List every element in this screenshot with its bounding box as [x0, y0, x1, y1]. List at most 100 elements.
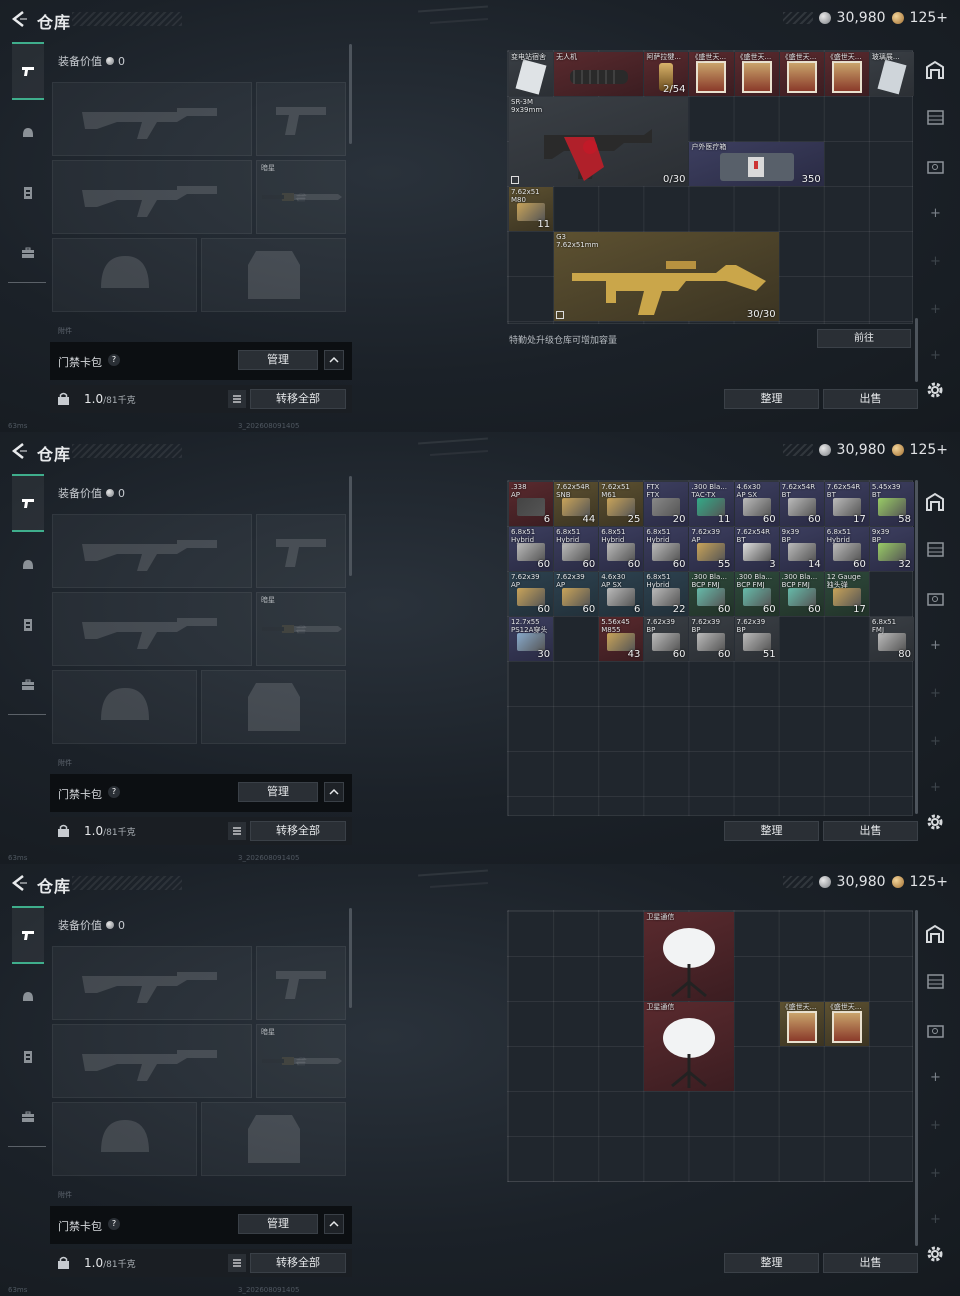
tab-case[interactable] — [12, 1088, 44, 1146]
inventory-item[interactable]: 6.8x51 Hybrid 60 — [644, 527, 689, 571]
arrange-button[interactable]: 整理 — [724, 389, 819, 409]
back-arrow-icon[interactable] — [10, 442, 28, 460]
tab-armor[interactable] — [12, 104, 44, 162]
inventory-item[interactable]: 6.8x51 Hybrid 60 — [554, 527, 599, 571]
armor-slot[interactable] — [201, 670, 346, 744]
warehouse-grid[interactable]: 变电站宿舍 无人机 阿萨拉犍... 2/54 《盛世天... 《盛世天... 《盛世天...… — [507, 50, 914, 324]
equipment-scrollbar[interactable] — [349, 476, 352, 576]
helmet-slot[interactable] — [52, 670, 197, 744]
pistol-slot[interactable] — [256, 946, 346, 1020]
melee-slot[interactable]: 暗星 — [256, 592, 346, 666]
inventory-item[interactable]: 7.62x54R BT 60 — [779, 482, 824, 526]
grid-scrollbar[interactable] — [915, 910, 918, 1246]
inventory-item[interactable]: 7.62x39 BP 51 — [734, 617, 779, 661]
inventory-item[interactable]: 7.62x39 BP 60 — [644, 617, 689, 661]
inventory-item[interactable]: G3 7.62x51mm 30/30 — [554, 232, 779, 321]
equipment-scrollbar[interactable] — [349, 44, 352, 144]
melee-slot[interactable]: 暗星 — [256, 160, 346, 234]
inventory-item[interactable]: 《盛世天... — [779, 1002, 824, 1046]
expand-button[interactable] — [324, 782, 344, 802]
inventory-item[interactable]: 6.8x51 FMJ 80 — [869, 617, 914, 661]
manage-button[interactable]: 管理 — [238, 1214, 318, 1234]
equipment-scrollbar[interactable] — [349, 908, 352, 1008]
warehouse-grid[interactable]: .338 AP 6 7.62x54R SNB 44 7.62x51 M61 25 FTX F… — [507, 480, 914, 816]
list-view-button[interactable] — [228, 390, 246, 408]
inventory-item[interactable]: 《盛世天... — [824, 1002, 869, 1046]
rail-display[interactable] — [923, 586, 947, 610]
inventory-item[interactable]: 7.62x51 M80 11 — [509, 187, 554, 231]
inventory-item[interactable]: 7.62x54R BT 17 — [824, 482, 869, 526]
add-storage-icon[interactable]: + — [930, 638, 941, 653]
help-icon[interactable]: ? — [108, 786, 120, 798]
inventory-item[interactable]: 阿萨拉犍... 2/54 — [644, 52, 689, 96]
inventory-item[interactable]: 7.62x51 M61 25 — [599, 482, 644, 526]
back-arrow-icon[interactable] — [10, 10, 28, 28]
inventory-item[interactable]: 5.56x45 M855 43 — [599, 617, 644, 661]
inventory-item[interactable]: 《盛世天... — [779, 52, 824, 96]
gold-amount[interactable]: 125+ — [910, 442, 948, 458]
inventory-item[interactable]: 玻璃展... — [869, 52, 914, 96]
rail-shelf[interactable] — [923, 969, 947, 993]
add-storage-icon[interactable]: + — [930, 1212, 941, 1227]
arrange-button[interactable]: 整理 — [724, 1253, 819, 1273]
add-storage-icon[interactable]: + — [930, 254, 941, 269]
rail-warehouse[interactable] — [923, 490, 947, 514]
tab-vest[interactable] — [12, 1028, 44, 1086]
rail-shelf[interactable] — [923, 537, 947, 561]
tab-armor[interactable] — [12, 968, 44, 1026]
inventory-item[interactable]: 5.45x39 BT 58 — [869, 482, 914, 526]
goto-button[interactable]: 前往 — [817, 329, 911, 348]
inventory-item[interactable]: FTX FTX 20 — [644, 482, 689, 526]
add-storage-icon[interactable]: + — [930, 348, 941, 363]
rail-shelf[interactable] — [923, 105, 947, 129]
secondary-weapon-slot[interactable] — [52, 160, 252, 234]
inventory-item[interactable]: .300 Bla... BCP FMJ 60 — [779, 572, 824, 616]
add-storage-icon[interactable]: + — [930, 686, 941, 701]
inventory-item[interactable]: 9x39 BP 32 — [869, 527, 914, 571]
rail-display[interactable] — [923, 1018, 947, 1042]
manage-button[interactable]: 管理 — [238, 782, 318, 802]
transfer-all-button[interactable]: 转移全部 — [250, 1253, 346, 1273]
inventory-item[interactable]: 无人机 — [554, 52, 644, 96]
inventory-item[interactable]: 12 Gauge 独头弹 17 — [824, 572, 869, 616]
inventory-item[interactable]: 9x39 BP 14 — [779, 527, 824, 571]
back-arrow-icon[interactable] — [10, 874, 28, 892]
inventory-item[interactable]: 12.7x55 PS12A穿头 30 — [509, 617, 554, 661]
gold-amount[interactable]: 125+ — [910, 874, 948, 890]
tab-vest[interactable] — [12, 164, 44, 222]
warehouse-grid[interactable]: 卫星通信 卫星通信 《盛世天... 《盛世天... — [507, 910, 913, 1182]
add-storage-icon[interactable]: + — [930, 780, 941, 795]
melee-slot[interactable]: 暗星 — [256, 1024, 346, 1098]
arrange-button[interactable]: 整理 — [724, 821, 819, 841]
primary-weapon-slot[interactable] — [52, 514, 252, 588]
inventory-item[interactable]: 卫星通信 — [644, 1002, 734, 1091]
inventory-item[interactable]: 6.8x51 Hybrid 60 — [599, 527, 644, 571]
inventory-item[interactable]: 卫星通信 — [644, 912, 734, 1001]
list-view-button[interactable] — [228, 822, 246, 840]
helmet-slot[interactable] — [52, 1102, 197, 1176]
secondary-weapon-slot[interactable] — [52, 1024, 252, 1098]
secondary-weapon-slot[interactable] — [52, 592, 252, 666]
expand-button[interactable] — [324, 350, 344, 370]
helmet-slot[interactable] — [52, 238, 197, 312]
inventory-item[interactable]: .300 Bla... BCP FMJ 60 — [734, 572, 779, 616]
inventory-item[interactable]: 户外医疗箱 350 — [689, 142, 824, 186]
primary-weapon-slot[interactable] — [52, 946, 252, 1020]
tab-weapons[interactable] — [12, 42, 44, 100]
gear-icon[interactable] — [925, 812, 945, 832]
pistol-slot[interactable] — [256, 514, 346, 588]
help-icon[interactable]: ? — [108, 1218, 120, 1230]
armor-slot[interactable] — [201, 238, 346, 312]
transfer-all-button[interactable]: 转移全部 — [250, 821, 346, 841]
rail-warehouse[interactable] — [923, 922, 947, 946]
add-storage-icon[interactable]: + — [930, 206, 941, 221]
add-storage-icon[interactable]: + — [930, 302, 941, 317]
inventory-item[interactable]: 4.6x30 AP SX 6 — [599, 572, 644, 616]
tab-armor[interactable] — [12, 536, 44, 594]
inventory-item[interactable]: .300 Bla... TAC-TX 11 — [689, 482, 734, 526]
gold-amount[interactable]: 125+ — [910, 10, 948, 26]
inventory-item[interactable]: 7.62x54R BT 3 — [734, 527, 779, 571]
manage-button[interactable]: 管理 — [238, 350, 318, 370]
tab-weapons[interactable] — [12, 474, 44, 532]
list-view-button[interactable] — [228, 1254, 246, 1272]
